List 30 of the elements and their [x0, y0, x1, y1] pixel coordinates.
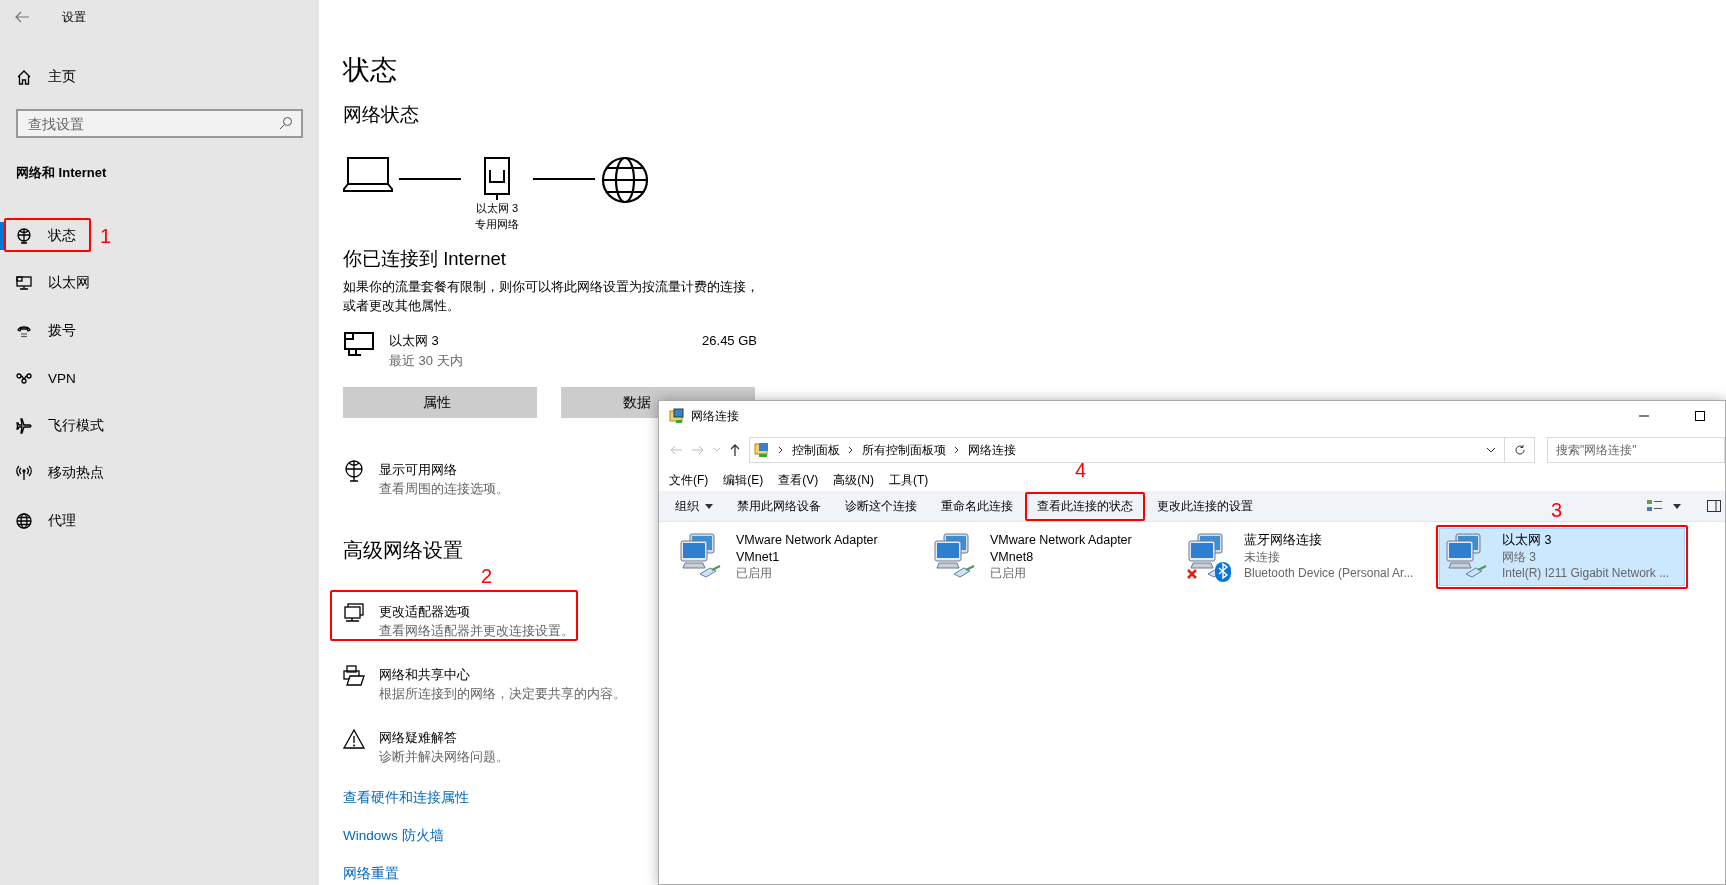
- option-description: 查看周围的连接选项。: [379, 480, 509, 498]
- annotation-number: 3: [1551, 500, 1563, 520]
- option-description: 诊断并解决网络问题。: [379, 748, 509, 766]
- adapter-status: 已启用: [736, 565, 772, 582]
- annotation-number: 1: [100, 226, 112, 246]
- adapter-status: 网络 3: [1502, 548, 1536, 565]
- section-heading: 网络和 Internet: [15, 164, 108, 182]
- window-title: 设置: [62, 8, 86, 26]
- description: 如果你的流量套餐有限制，则你可以将此网络设置为按流量计费的连接，或者更改其他属性。: [343, 278, 760, 315]
- option-description: 根据所连接到的网络，决定要共享的内容。: [379, 685, 626, 703]
- adapter-name: 以太网 3: [389, 332, 440, 350]
- usage-period: 最近 30 天内: [389, 352, 464, 370]
- annotation-number: 2: [481, 566, 493, 586]
- adapter-name: 以太网 3: [1502, 532, 1553, 549]
- section-heading: 网络状态: [343, 103, 419, 127]
- usage-amount: 26.45 GB: [702, 332, 757, 350]
- adapter-name: 蓝牙网络连接: [1244, 532, 1323, 549]
- connection-status: 你已连接到 Internet: [343, 247, 506, 271]
- adapter-name: VMware Network Adapter VMnet1: [736, 532, 879, 565]
- adapter-device: Bluetooth Device (Personal Ar...: [1244, 565, 1414, 582]
- window-title: 网络连接: [691, 407, 740, 425]
- network-label: 专用网络: [475, 217, 519, 232]
- option-description: 查看网络适配器并更改连接设置。: [379, 622, 574, 640]
- adapter-status: 未连接: [1244, 548, 1280, 565]
- adapter-status: 已启用: [990, 565, 1026, 582]
- adapter-device: Intel(R) I211 Gigabit Network ...: [1502, 565, 1670, 582]
- adapter-name: VMware Network Adapter VMnet8: [990, 532, 1133, 565]
- section-heading: 高级网络设置: [343, 538, 463, 563]
- adapter-label: 以太网 3: [475, 201, 519, 216]
- page-title: 状态: [343, 54, 397, 87]
